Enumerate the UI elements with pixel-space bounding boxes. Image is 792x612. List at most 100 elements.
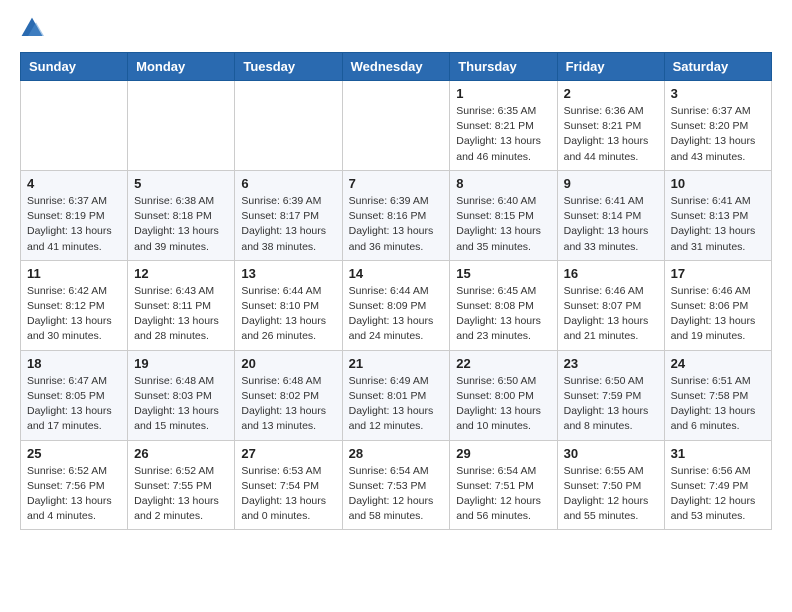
day-info: Sunrise: 6:53 AM Sunset: 7:54 PM Dayligh… [241,464,335,525]
calendar-cell: 17Sunrise: 6:46 AM Sunset: 8:06 PM Dayli… [664,260,771,350]
calendar-cell: 28 Sunrise: 6:54 AM Sunset: 7:53 PM Dayli… [342,440,450,530]
calendar-week-row: 4 Sunrise: 6:37 AM Sunset: 8:19 PM Daylig… [21,170,772,260]
day-info: Sunrise: 6:46 AM Sunset: 8:06 PM Dayligh… [671,284,765,345]
day-number: 27 [241,446,335,461]
calendar-cell: 5 Sunrise: 6:38 AM Sunset: 8:18 PM Daylig… [128,170,235,260]
day-number: 29 [456,446,550,461]
day-number: 7 [349,176,444,191]
calendar-cell: 4 Sunrise: 6:37 AM Sunset: 8:19 PM Daylig… [21,170,128,260]
day-number: 8 [456,176,550,191]
calendar-cell [21,81,128,171]
day-info: Sunrise: 6:44 AM Sunset: 8:09 PM Dayligh… [349,284,444,345]
calendar-cell: 10Sunrise: 6:41 AM Sunset: 8:13 PM Dayli… [664,170,771,260]
day-info: Sunrise: 6:37 AM Sunset: 8:20 PM Dayligh… [671,104,765,165]
day-info: Sunrise: 6:49 AM Sunset: 8:01 PM Dayligh… [349,374,444,435]
calendar-cell: 23 Sunrise: 6:50 AM Sunset: 7:59 PM Dayli… [557,350,664,440]
calendar-cell [235,81,342,171]
calendar-cell: 16 Sunrise: 6:46 AM Sunset: 8:07 PM Dayli… [557,260,664,350]
calendar-table: SundayMondayTuesdayWednesdayThursdayFrid… [20,52,772,530]
day-number: 24 [671,356,765,371]
day-info: Sunrise: 6:55 AM Sunset: 7:50 PM Dayligh… [564,464,658,525]
day-info: Sunrise: 6:37 AM Sunset: 8:19 PM Dayligh… [27,194,121,255]
day-number: 25 [27,446,121,461]
day-info: Sunrise: 6:52 AM Sunset: 7:56 PM Dayligh… [27,464,121,525]
day-info: Sunrise: 6:45 AM Sunset: 8:08 PM Dayligh… [456,284,550,345]
day-info: Sunrise: 6:52 AM Sunset: 7:55 PM Dayligh… [134,464,228,525]
day-number: 31 [671,446,765,461]
day-of-week-header: Thursday [450,53,557,81]
calendar-cell: 13 Sunrise: 6:44 AM Sunset: 8:10 PM Dayli… [235,260,342,350]
day-number: 3 [671,86,765,101]
day-number: 4 [27,176,121,191]
calendar-cell: 15 Sunrise: 6:45 AM Sunset: 8:08 PM Dayli… [450,260,557,350]
header [20,16,772,40]
day-number: 16 [564,266,658,281]
calendar-week-row: 11 Sunrise: 6:42 AM Sunset: 8:12 PM Dayli… [21,260,772,350]
day-of-week-header: Friday [557,53,664,81]
calendar-cell: 2 Sunrise: 6:36 AM Sunset: 8:21 PM Daylig… [557,81,664,171]
calendar-week-row: 25 Sunrise: 6:52 AM Sunset: 7:56 PM Dayli… [21,440,772,530]
calendar-cell: 6 Sunrise: 6:39 AM Sunset: 8:17 PM Daylig… [235,170,342,260]
day-info: Sunrise: 6:54 AM Sunset: 7:53 PM Dayligh… [349,464,444,525]
day-info: Sunrise: 6:50 AM Sunset: 7:59 PM Dayligh… [564,374,658,435]
logo-icon [20,16,44,40]
day-number: 13 [241,266,335,281]
day-number: 20 [241,356,335,371]
day-info: Sunrise: 6:40 AM Sunset: 8:15 PM Dayligh… [456,194,550,255]
day-number: 19 [134,356,228,371]
day-info: Sunrise: 6:56 AM Sunset: 7:49 PM Dayligh… [671,464,765,525]
day-number: 18 [27,356,121,371]
day-number: 21 [349,356,444,371]
day-of-week-header: Sunday [21,53,128,81]
calendar-week-row: 1 Sunrise: 6:35 AM Sunset: 8:21 PM Daylig… [21,81,772,171]
calendar-cell [128,81,235,171]
calendar-cell: 18Sunrise: 6:47 AM Sunset: 8:05 PM Dayli… [21,350,128,440]
day-info: Sunrise: 6:50 AM Sunset: 8:00 PM Dayligh… [456,374,550,435]
calendar-cell [342,81,450,171]
day-info: Sunrise: 6:38 AM Sunset: 8:18 PM Dayligh… [134,194,228,255]
day-info: Sunrise: 6:54 AM Sunset: 7:51 PM Dayligh… [456,464,550,525]
day-number: 28 [349,446,444,461]
day-info: Sunrise: 6:39 AM Sunset: 8:16 PM Dayligh… [349,194,444,255]
day-number: 26 [134,446,228,461]
day-info: Sunrise: 6:42 AM Sunset: 8:12 PM Dayligh… [27,284,121,345]
day-number: 9 [564,176,658,191]
day-number: 5 [134,176,228,191]
day-number: 2 [564,86,658,101]
calendar-cell: 24 Sunrise: 6:51 AM Sunset: 7:58 PM Dayli… [664,350,771,440]
day-number: 15 [456,266,550,281]
calendar-cell: 11 Sunrise: 6:42 AM Sunset: 8:12 PM Dayli… [21,260,128,350]
calendar-cell: 19 Sunrise: 6:48 AM Sunset: 8:03 PM Dayli… [128,350,235,440]
day-number: 11 [27,266,121,281]
day-info: Sunrise: 6:39 AM Sunset: 8:17 PM Dayligh… [241,194,335,255]
day-info: Sunrise: 6:36 AM Sunset: 8:21 PM Dayligh… [564,104,658,165]
day-of-week-header: Wednesday [342,53,450,81]
calendar-cell: 3 Sunrise: 6:37 AM Sunset: 8:20 PM Daylig… [664,81,771,171]
calendar-cell: 27 Sunrise: 6:53 AM Sunset: 7:54 PM Dayli… [235,440,342,530]
calendar-cell: 9Sunrise: 6:41 AM Sunset: 8:14 PM Daylig… [557,170,664,260]
day-info: Sunrise: 6:48 AM Sunset: 8:03 PM Dayligh… [134,374,228,435]
calendar-cell: 21 Sunrise: 6:49 AM Sunset: 8:01 PM Dayli… [342,350,450,440]
calendar-cell: 1 Sunrise: 6:35 AM Sunset: 8:21 PM Daylig… [450,81,557,171]
day-info: Sunrise: 6:51 AM Sunset: 7:58 PM Dayligh… [671,374,765,435]
day-number: 23 [564,356,658,371]
calendar-cell: 26 Sunrise: 6:52 AM Sunset: 7:55 PM Dayli… [128,440,235,530]
calendar-header-row: SundayMondayTuesdayWednesdayThursdayFrid… [21,53,772,81]
day-number: 6 [241,176,335,191]
day-info: Sunrise: 6:41 AM Sunset: 8:13 PM Dayligh… [671,194,765,255]
logo [20,16,48,40]
day-number: 12 [134,266,228,281]
day-number: 1 [456,86,550,101]
calendar-cell: 8 Sunrise: 6:40 AM Sunset: 8:15 PM Daylig… [450,170,557,260]
calendar-week-row: 18Sunrise: 6:47 AM Sunset: 8:05 PM Dayli… [21,350,772,440]
calendar-cell: 14Sunrise: 6:44 AM Sunset: 8:09 PM Dayli… [342,260,450,350]
day-info: Sunrise: 6:44 AM Sunset: 8:10 PM Dayligh… [241,284,335,345]
day-info: Sunrise: 6:46 AM Sunset: 8:07 PM Dayligh… [564,284,658,345]
day-of-week-header: Saturday [664,53,771,81]
calendar-cell: 20Sunrise: 6:48 AM Sunset: 8:02 PM Dayli… [235,350,342,440]
calendar-cell: 7 Sunrise: 6:39 AM Sunset: 8:16 PM Daylig… [342,170,450,260]
calendar-cell: 30 Sunrise: 6:55 AM Sunset: 7:50 PM Dayli… [557,440,664,530]
day-number: 30 [564,446,658,461]
day-info: Sunrise: 6:35 AM Sunset: 8:21 PM Dayligh… [456,104,550,165]
calendar-cell: 25 Sunrise: 6:52 AM Sunset: 7:56 PM Dayli… [21,440,128,530]
